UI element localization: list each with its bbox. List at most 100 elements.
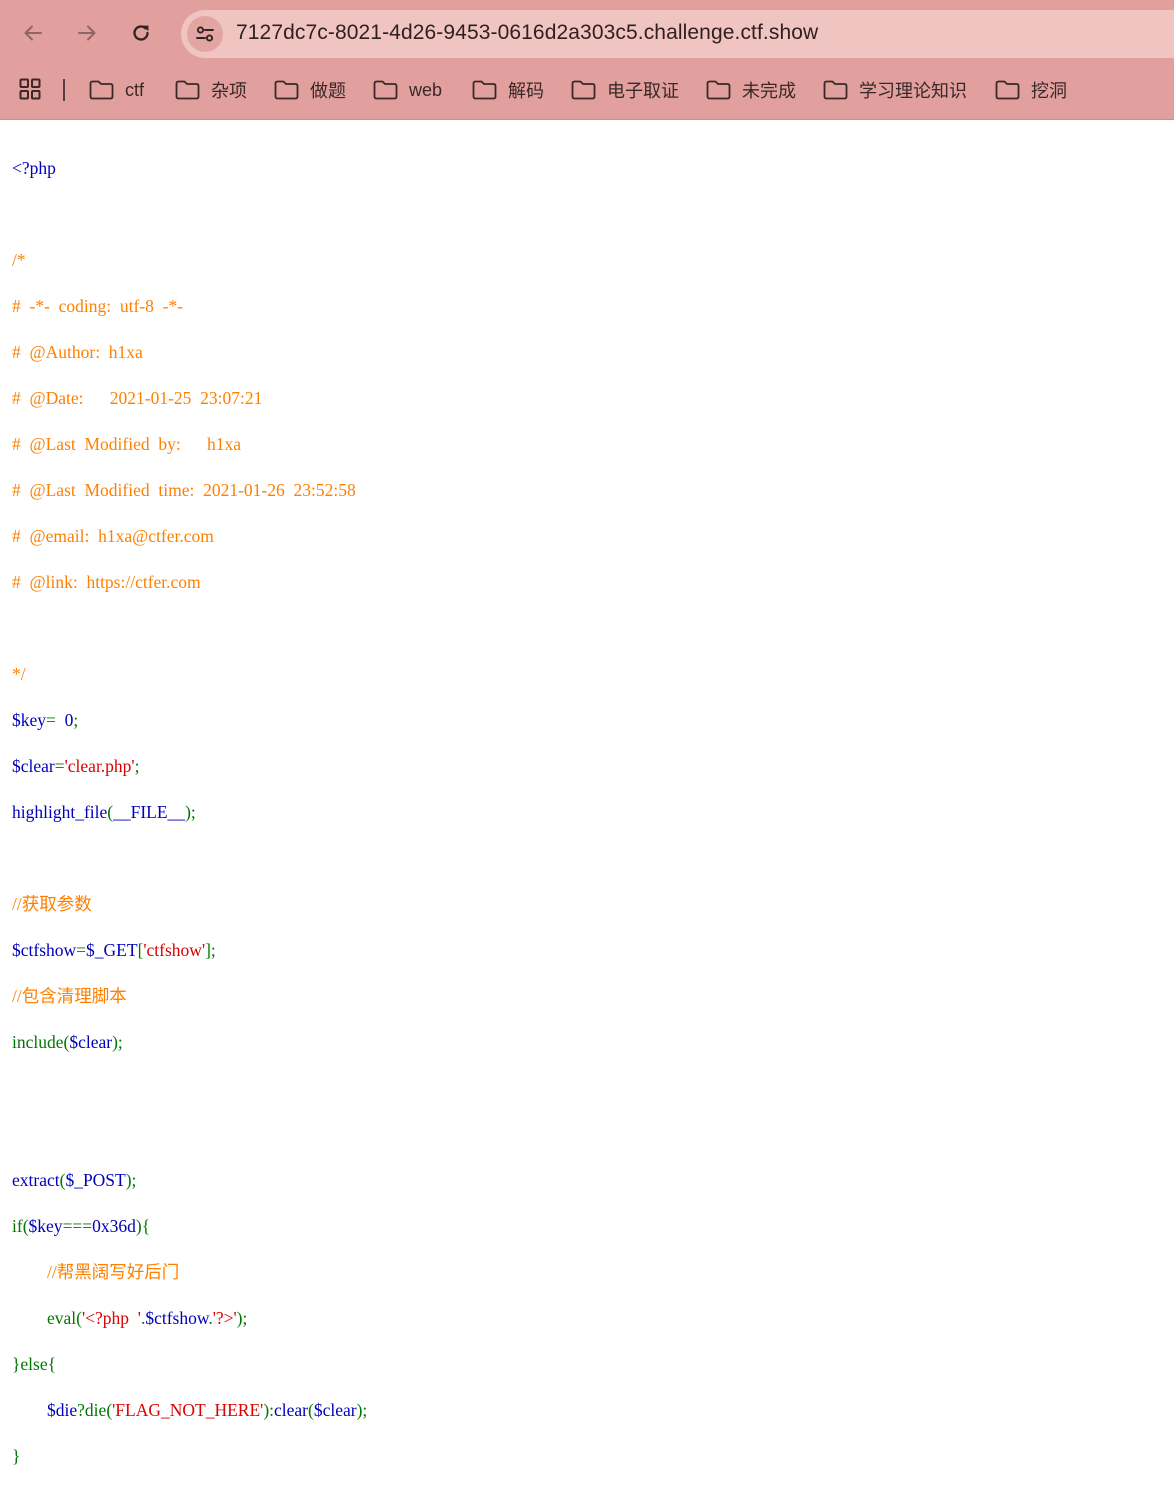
forward-button[interactable] (67, 13, 107, 53)
code-token: ); (356, 1400, 368, 1420)
code-token: extract (12, 1170, 60, 1190)
bookmark-folder-web[interactable]: web (373, 76, 442, 104)
folder-icon (571, 80, 596, 100)
bookmarks-divider (63, 79, 65, 101)
code-token: '?>' (212, 1308, 237, 1328)
folder-icon (89, 80, 114, 100)
folder-icon (995, 80, 1020, 100)
folder-icon (706, 80, 731, 100)
code-comment: //帮黑阔写好后门 (12, 1262, 180, 1282)
browser-toolbar: 7127dc7c-8021-4d26-9453-0616d2a303c5.cha… (0, 0, 1174, 66)
code-token: = (76, 940, 87, 960)
code-token: $key (12, 710, 47, 730)
bookmark-folder-practice[interactable]: 做题 (274, 76, 346, 104)
code-token: 'clear.php' (64, 756, 135, 776)
code-token: $_GET (86, 940, 138, 960)
folder-icon (274, 80, 299, 100)
code-token: $die (47, 1400, 78, 1420)
code-token: if( (12, 1216, 29, 1236)
code-token: '<?php ' (81, 1308, 141, 1328)
code-token: include( (12, 1032, 70, 1052)
code-token: $ctfshow (145, 1308, 209, 1328)
code-token: = (46, 710, 65, 730)
code-comment: /* (12, 250, 26, 270)
code-line: }else{ (12, 1354, 57, 1374)
code-line: $clear='clear.php'; (12, 755, 367, 778)
code-line: include($clear); (12, 1031, 367, 1054)
folder-icon (175, 80, 200, 100)
code-token: highlight_file (12, 802, 108, 822)
code-token: 'FLAG_NOT_HERE' (112, 1400, 264, 1420)
folder-icon (373, 80, 398, 100)
code-token: ; (134, 756, 140, 776)
code-line: <?php (12, 158, 56, 178)
code-line: $ctfshow=$_GET['ctfshow']; (12, 939, 367, 962)
code-token: ){ (135, 1216, 151, 1236)
bookmark-label: 电子取证 (607, 81, 679, 101)
code-token: ]; (205, 940, 216, 960)
reload-icon (133, 25, 149, 41)
code-token: ); (185, 802, 196, 822)
bookmark-label: ctf (125, 79, 145, 100)
php-source-code: <?php /* # -*- coding: utf-8 -*- # @Auth… (12, 134, 367, 1491)
code-token: ); (112, 1032, 123, 1052)
code-token: ; (73, 710, 79, 730)
address-bar[interactable]: 7127dc7c-8021-4d26-9453-0616d2a303c5.cha… (181, 10, 1174, 58)
bookmark-folder-ctf[interactable]: ctf (89, 76, 144, 104)
bookmark-label: 做题 (310, 81, 346, 101)
bookmark-label: web (409, 79, 443, 100)
bookmark-label: 杂项 (211, 81, 247, 101)
bookmark-folder-theory[interactable]: 学习理论知识 (823, 76, 967, 104)
code-token: ? (77, 1400, 85, 1420)
apps-grid-icon[interactable] (19, 78, 41, 100)
folder-icon (472, 80, 497, 100)
bookmark-folder-forensics[interactable]: 电子取证 (571, 76, 679, 104)
code-line: extract($_POST); (12, 1169, 367, 1192)
bookmark-folder-decode[interactable]: 解码 (472, 76, 544, 104)
arrow-left-icon (24, 25, 42, 41)
code-token: ); (125, 1170, 137, 1190)
bookmark-folder-misc[interactable]: 杂项 (175, 76, 247, 104)
code-token: ): (263, 1400, 275, 1420)
code-token: __FILE__ (113, 802, 186, 822)
code-line: $key= 0; (12, 709, 367, 732)
folder-icon (823, 80, 848, 100)
back-button[interactable] (13, 13, 53, 53)
bookmark-folder-unfinished[interactable]: 未完成 (706, 76, 796, 104)
url-text[interactable]: 7127dc7c-8021-4d26-9453-0616d2a303c5.cha… (236, 21, 818, 45)
code-token: clear (274, 1400, 309, 1420)
code-token: 0x36d (92, 1216, 136, 1236)
bookmark-label: 学习理论知识 (859, 81, 967, 101)
code-token: die (84, 1400, 107, 1420)
code-token: 'ctfshow' (143, 940, 206, 960)
code-comment: # @Last Modified time: 2021-01-26 23:52:… (12, 480, 356, 500)
reload-button[interactable] (121, 13, 161, 53)
code-comment: # -*- coding: utf-8 -*- (12, 296, 184, 316)
code-comment: # @Author: h1xa (12, 342, 143, 362)
code-comment: # @Date: 2021-01-25 23:07:21 (12, 388, 263, 408)
bookmark-label: 未完成 (742, 81, 796, 101)
bookmark-label: 挖洞 (1031, 81, 1067, 101)
tune-icon (196, 26, 214, 42)
site-info-button[interactable] (187, 16, 223, 52)
code-token: $clear (313, 1400, 357, 1420)
code-token: === (62, 1216, 93, 1236)
code-token: $clear (69, 1032, 113, 1052)
code-line: highlight_file(__FILE__); (12, 801, 367, 824)
code-token: $ctfshow (12, 940, 77, 960)
code-comment: # @link: https://ctfer.com (12, 572, 201, 592)
code-line: if($key===0x36d){ (12, 1215, 367, 1238)
bookmark-folder-bughunting[interactable]: 挖洞 (995, 76, 1067, 104)
arrow-right-icon (78, 25, 96, 41)
code-token: $_POST (65, 1170, 126, 1190)
code-comment: //获取参数 (12, 894, 92, 914)
code-line: } (12, 1446, 21, 1466)
code-token: $key (28, 1216, 63, 1236)
